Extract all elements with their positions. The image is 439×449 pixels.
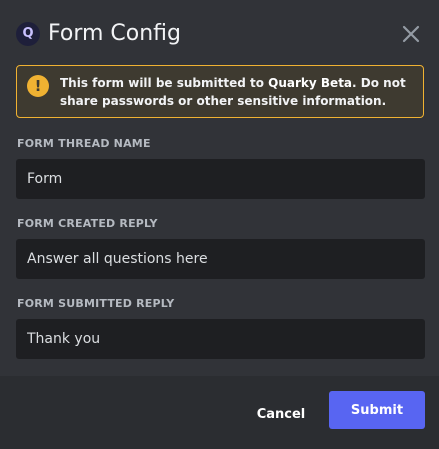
warning-text-prefix: This form will be submitted to — [60, 76, 269, 90]
created-reply-input[interactable] — [16, 239, 425, 279]
created-reply-label: FORM CREATED REPLY — [17, 217, 158, 230]
warning-notice: ! This form will be submitted to Quarky … — [16, 65, 424, 118]
submitted-reply-input[interactable] — [16, 319, 425, 359]
cancel-button[interactable]: Cancel — [248, 396, 314, 432]
submit-button[interactable]: Submit — [329, 391, 425, 429]
modal-footer: Cancel Submit — [0, 376, 439, 449]
warning-text: This form will be submitted to Quarky Be… — [60, 74, 415, 110]
submitted-reply-label: FORM SUBMITTED REPLY — [17, 297, 175, 310]
close-button[interactable] — [399, 22, 423, 46]
modal-title: Form Config — [48, 21, 181, 46]
thread-name-label: FORM THREAD NAME — [17, 137, 151, 150]
warning-target-name: Quarky Beta — [268, 76, 353, 90]
form-config-modal: Q Form Config ! This form will be submit… — [0, 0, 439, 449]
thread-name-input[interactable] — [16, 159, 425, 199]
app-logo-icon: Q — [16, 22, 40, 46]
warning-icon: ! — [27, 75, 49, 97]
close-icon — [402, 25, 420, 43]
modal-header: Q Form Config — [16, 18, 423, 52]
